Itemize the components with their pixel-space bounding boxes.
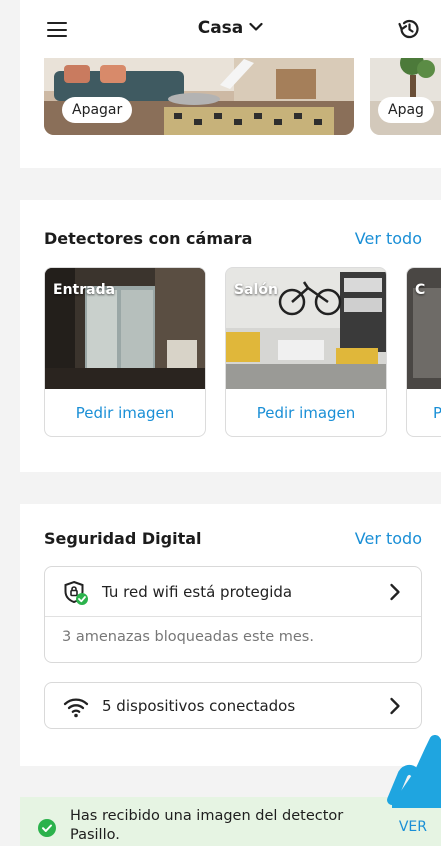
wifi-status-text: Tu red wifi está protegida [102, 583, 293, 601]
devices-card: 5 dispositivos conectados [44, 682, 422, 729]
camera-section-title: Detectores con cámara [44, 229, 253, 248]
top-app-bar: Casa [20, 0, 441, 58]
home-name: Casa [197, 18, 244, 38]
rooms-carousel: Apagar Apag [20, 55, 441, 168]
room-card[interactable]: Apagar [44, 55, 354, 135]
section-divider [20, 472, 441, 504]
section-divider [20, 766, 441, 797]
camera-label: C [415, 282, 426, 298]
camera-label: Entrada [53, 282, 116, 298]
app-screen: Casa Apagar Apag Detectores con cámara V… [0, 0, 441, 846]
shield-check-icon [63, 580, 89, 606]
devices-connected-text: 5 dispositivos conectados [102, 697, 296, 715]
camera-card-salon[interactable]: Salón Pedir imagen [225, 267, 387, 437]
digital-security-title: Seguridad Digital [44, 529, 202, 548]
check-circle-icon [38, 819, 56, 837]
history-icon[interactable] [397, 17, 421, 41]
chevron-right-icon [389, 697, 401, 715]
toast-message: Has recibido una imagen del detector Pas… [70, 808, 344, 843]
camera-label: Salón [234, 282, 278, 298]
connected-devices-row[interactable]: 5 dispositivos conectados [45, 683, 421, 730]
room-power-off-button[interactable]: Apagar [62, 97, 133, 123]
camera-see-all-link[interactable]: Ver todo [355, 229, 422, 248]
wifi-protected-row[interactable]: Tu red wifi está protegida [45, 567, 421, 617]
room-image [370, 55, 441, 135]
digital-security-see-all-link[interactable]: Ver todo [355, 529, 422, 548]
home-selector[interactable]: Casa [20, 18, 441, 38]
chevron-right-icon [389, 583, 401, 601]
wifi-icon [63, 694, 89, 720]
tap-hint-hand-icon [384, 728, 441, 808]
request-image-button[interactable]: Pedir imagen [226, 389, 386, 436]
camera-card-entrada[interactable]: Entrada Pedir imagen [44, 267, 206, 437]
room-power-off-button[interactable]: Apag [378, 97, 434, 123]
room-image [44, 55, 354, 135]
request-image-button[interactable]: Pedir imagen [45, 389, 205, 436]
camera-card-partial[interactable]: C P [406, 267, 441, 437]
section-divider [20, 168, 441, 200]
threats-blocked-text: 3 amenazas bloqueadas este mes. [62, 629, 314, 645]
image-received-toast: Has recibido una imagen del detector Pas… [20, 797, 441, 846]
wifi-protection-card: Tu red wifi está protegida 3 amenazas bl… [44, 566, 422, 663]
toast-view-button[interactable]: VER [399, 819, 427, 835]
left-edge-strip [0, 0, 20, 846]
chevron-down-icon [249, 17, 263, 37]
request-image-button[interactable]: P [407, 389, 441, 436]
room-card[interactable]: Apag [370, 55, 441, 135]
